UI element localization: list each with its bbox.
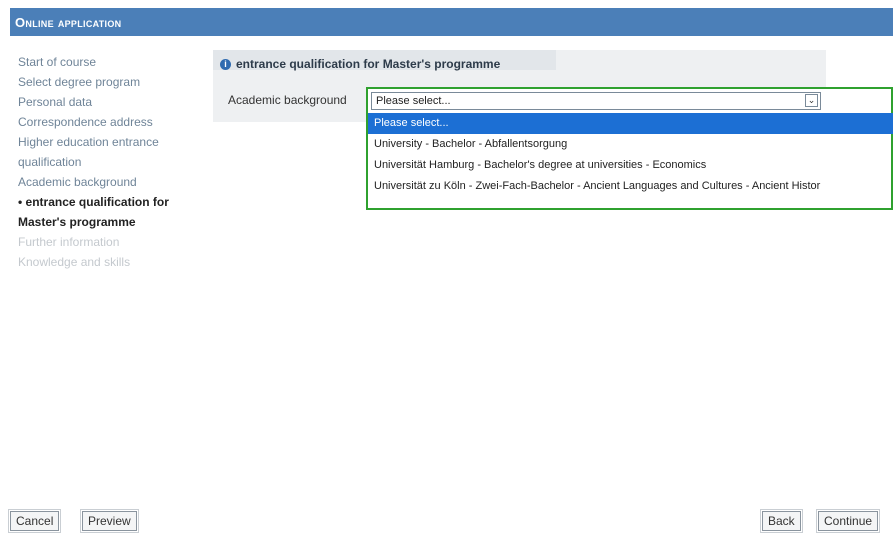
option-uni-hamburg[interactable]: Universität Hamburg - Bachelor's degree … bbox=[368, 155, 893, 176]
academic-background-select[interactable]: Please select... ⌄ bbox=[371, 92, 821, 110]
info-icon: i bbox=[220, 59, 231, 70]
chevron-down-icon[interactable]: ⌄ bbox=[805, 94, 818, 107]
step-knowledge-and-skills: Knowledge and skills bbox=[18, 255, 131, 269]
panel-title: entrance qualification for Master's prog… bbox=[236, 57, 501, 71]
back-button[interactable]: Back bbox=[760, 509, 803, 533]
step-personal-data[interactable]: Personal data bbox=[18, 92, 198, 112]
app-header: Online application bbox=[10, 8, 893, 36]
current-step-bullet: • bbox=[18, 195, 26, 209]
step-select-degree-program[interactable]: Select degree program bbox=[18, 72, 198, 92]
option-university-bachelor[interactable]: University - Bachelor - Abfallentsorgung bbox=[368, 134, 893, 155]
dropdown-options: Please select... University - Bachelor -… bbox=[368, 113, 893, 197]
current-step-label: entrance qualification for Master's prog… bbox=[18, 195, 169, 229]
option-uni-koeln[interactable]: Universität zu Köln - Zwei-Fach-Bachelor… bbox=[368, 176, 893, 197]
step-further-information: Further information bbox=[18, 235, 120, 249]
continue-button[interactable]: Continue bbox=[815, 509, 881, 533]
option-please-select[interactable]: Please select... bbox=[368, 113, 893, 134]
app-title: Online application bbox=[15, 15, 122, 30]
step-academic-background[interactable]: Academic background bbox=[18, 172, 198, 192]
cancel-button[interactable]: Cancel bbox=[7, 509, 62, 533]
step-current-entrance-qualification: • entrance qualification for Master's pr… bbox=[18, 192, 198, 232]
step-higher-education-entrance[interactable]: Higher education entrance qualification bbox=[18, 132, 198, 172]
step-start-of-course[interactable]: Start of course bbox=[18, 52, 198, 72]
preview-button[interactable]: Preview bbox=[80, 509, 139, 533]
academic-background-label: Academic background bbox=[228, 93, 347, 107]
step-correspondence-address[interactable]: Correspondence address bbox=[18, 112, 198, 132]
select-current-value: Please select... bbox=[376, 95, 451, 107]
step-navigation: Start of course Select degree program Pe… bbox=[18, 52, 198, 272]
